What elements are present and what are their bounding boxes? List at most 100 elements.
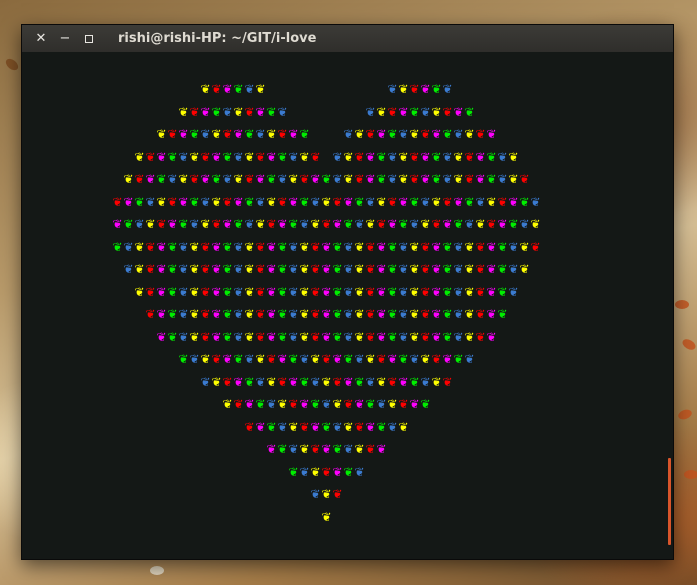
- heart-row: ❦ ❦ ❦ ❦ ❦ ❦ ❦ ❦ ❦ ❦ ❦ ❦ ❦ ❦ ❦ ❦ ❦ ❦ ❦ ❦ ❦ ❦ ❦ ❦ ❦ ❦ ❦: [22, 352, 673, 366]
- heart-glyph: ❦: [189, 104, 200, 119]
- heart-glyph: ❦: [200, 172, 211, 186]
- heart-glyph: ❦: [376, 442, 387, 456]
- heart-glyph: ❦: [354, 397, 365, 411]
- heart-glyph: ❦: [409, 217, 420, 231]
- heart-glyph: ❦: [475, 194, 486, 209]
- heart-glyph: ❦: [123, 194, 134, 209]
- heart-glyph: ❦: [409, 397, 420, 411]
- heart-glyph: ❦: [321, 419, 332, 434]
- heart-glyph: ❦: [343, 127, 354, 141]
- maximize-icon: [85, 34, 93, 43]
- heart-glyph: ❦: [277, 307, 288, 321]
- heart-glyph: ❦: [398, 419, 409, 434]
- heart-glyph: ❦: [178, 262, 189, 276]
- heart-glyph: ❦: [244, 374, 255, 389]
- heart-glyph: ❦: [156, 239, 167, 254]
- heart-glyph: ❦: [343, 464, 354, 479]
- heart-glyph: ❦: [442, 172, 453, 186]
- heart-glyph: ❦: [200, 374, 211, 389]
- heart-glyph: ❦: [365, 329, 376, 344]
- heart-glyph: ❦: [420, 149, 431, 164]
- heart-glyph: ❦: [486, 307, 497, 321]
- heart-glyph: ❦: [508, 149, 519, 164]
- heart-glyph: ❦: [244, 104, 255, 119]
- heart-glyph: ❦: [321, 284, 332, 299]
- heart-row: ❦ ❦ ❦ ❦ ❦ ❦ ❦ ❦ ❦ ❦ ❦: [22, 442, 673, 456]
- heart-glyph: ❦: [332, 262, 343, 276]
- heart-glyph: ❦: [200, 104, 211, 119]
- heart-glyph: ❦: [277, 217, 288, 231]
- heart-glyph: ❦: [464, 149, 475, 164]
- heart-glyph: ❦: [420, 329, 431, 344]
- heart-glyph: ❦: [200, 127, 211, 141]
- heart-glyph: ❦: [431, 172, 442, 186]
- window-titlebar[interactable]: ✕ − rishi@rishi-HP: ~/GIT/i-love: [22, 25, 673, 52]
- heart-glyph: ❦: [321, 329, 332, 344]
- terminal-output[interactable]: ❦ ❦ ❦ ❦ ❦ ❦ ❦ ❦ ❦ ❦ ❦ ❦ ❦ ❦ ❦ ❦ ❦ ❦ ❦ ❦ ❦ ❦ ❦ ❦ ❦ ❦ ❦ ❦ ❦ ❦ ❦ ❦ ❦ ❦ ❦ ❦ ❦ ❦ ❦ ❦…: [22, 52, 673, 559]
- scrollbar-thumb[interactable]: [668, 458, 671, 545]
- heart-glyph: ❦: [376, 194, 387, 209]
- heart-row: ❦ ❦ ❦ ❦ ❦ ❦ ❦ ❦ ❦ ❦ ❦ ❦ ❦ ❦ ❦ ❦ ❦ ❦ ❦ ❦ ❦ ❦ ❦ ❦ ❦ ❦ ❦ ❦ ❦ ❦ ❦ ❦ ❦: [22, 307, 673, 321]
- heart-glyph: ❦: [145, 284, 156, 299]
- heart-glyph: ❦: [277, 329, 288, 344]
- heart-glyph: ❦: [233, 104, 244, 119]
- heart-glyph: ❦: [431, 307, 442, 321]
- heart-glyph: ❦: [431, 329, 442, 344]
- heart-glyph: ❦: [233, 397, 244, 411]
- heart-glyph: ❦: [332, 172, 343, 186]
- heart-glyph: ❦: [486, 239, 497, 254]
- heart-glyph: ❦: [431, 149, 442, 164]
- heart-glyph: ❦: [266, 104, 277, 119]
- heart-glyph: ❦: [299, 194, 310, 209]
- heart-glyph: ❦: [244, 397, 255, 411]
- heart-glyph: ❦: [464, 262, 475, 276]
- heart-glyph: ❦: [299, 464, 310, 479]
- heart-glyph: ❦: [189, 239, 200, 254]
- heart-glyph: ❦: [310, 374, 321, 389]
- heart-glyph: ❦: [310, 239, 321, 254]
- heart-glyph: ❦: [475, 329, 486, 344]
- heart-glyph: ❦: [310, 194, 321, 209]
- heart-glyph: ❦: [530, 239, 541, 254]
- background-leaf: [150, 566, 164, 575]
- heart-row: ❦ ❦ ❦ ❦ ❦ ❦ ❦ ❦ ❦ ❦ ❦ ❦ ❦ ❦ ❦ ❦ ❦ ❦ ❦ ❦ ❦ ❦ ❦ ❦ ❦ ❦ ❦ ❦ ❦ ❦ ❦ ❦ ❦ ❦ ❦ ❦ ❦: [22, 262, 673, 276]
- heart-glyph: ❦: [145, 149, 156, 164]
- heart-glyph: ❦: [343, 307, 354, 321]
- heart-glyph: ❦: [442, 104, 453, 119]
- heart-glyph: ❦: [464, 194, 475, 209]
- heart-glyph: ❦: [431, 239, 442, 254]
- heart-glyph: ❦: [365, 352, 376, 366]
- heart-glyph: ❦: [354, 149, 365, 164]
- heart-glyph: ❦: [387, 172, 398, 186]
- heart-glyph: ❦: [211, 172, 222, 186]
- heart-glyph: ❦: [321, 487, 332, 501]
- heart-glyph: ❦: [497, 284, 508, 299]
- heart-glyph: ❦: [156, 127, 167, 141]
- heart-glyph: ❦: [123, 262, 134, 276]
- heart-glyph: ❦: [365, 419, 376, 434]
- heart-glyph: ❦: [244, 194, 255, 209]
- heart-glyph: ❦: [398, 239, 409, 254]
- heart-glyph: ❦: [343, 442, 354, 456]
- heart-glyph: ❦: [343, 284, 354, 299]
- heart-glyph: ❦: [376, 397, 387, 411]
- heart-glyph: ❦: [332, 217, 343, 231]
- heart-glyph: ❦: [343, 397, 354, 411]
- heart-glyph: ❦: [321, 239, 332, 254]
- heart-glyph: ❦: [431, 127, 442, 141]
- minimize-button[interactable]: −: [54, 28, 76, 50]
- heart-glyph: ❦: [486, 194, 497, 209]
- heart-glyph: ❦: [519, 194, 530, 209]
- heart-glyph: ❦: [310, 464, 321, 479]
- heart-glyph: ❦: [365, 172, 376, 186]
- heart-glyph: ❦: [222, 104, 233, 119]
- heart-glyph: ❦: [299, 374, 310, 389]
- heart-glyph: ❦: [189, 127, 200, 141]
- close-button[interactable]: ✕: [30, 28, 52, 50]
- heart-glyph: ❦: [211, 104, 222, 119]
- heart-glyph: ❦: [167, 127, 178, 141]
- heart-glyph: ❦: [508, 284, 519, 299]
- heart-glyph: ❦: [145, 217, 156, 231]
- maximize-button[interactable]: [78, 28, 100, 50]
- heart-glyph: ❦: [222, 374, 233, 389]
